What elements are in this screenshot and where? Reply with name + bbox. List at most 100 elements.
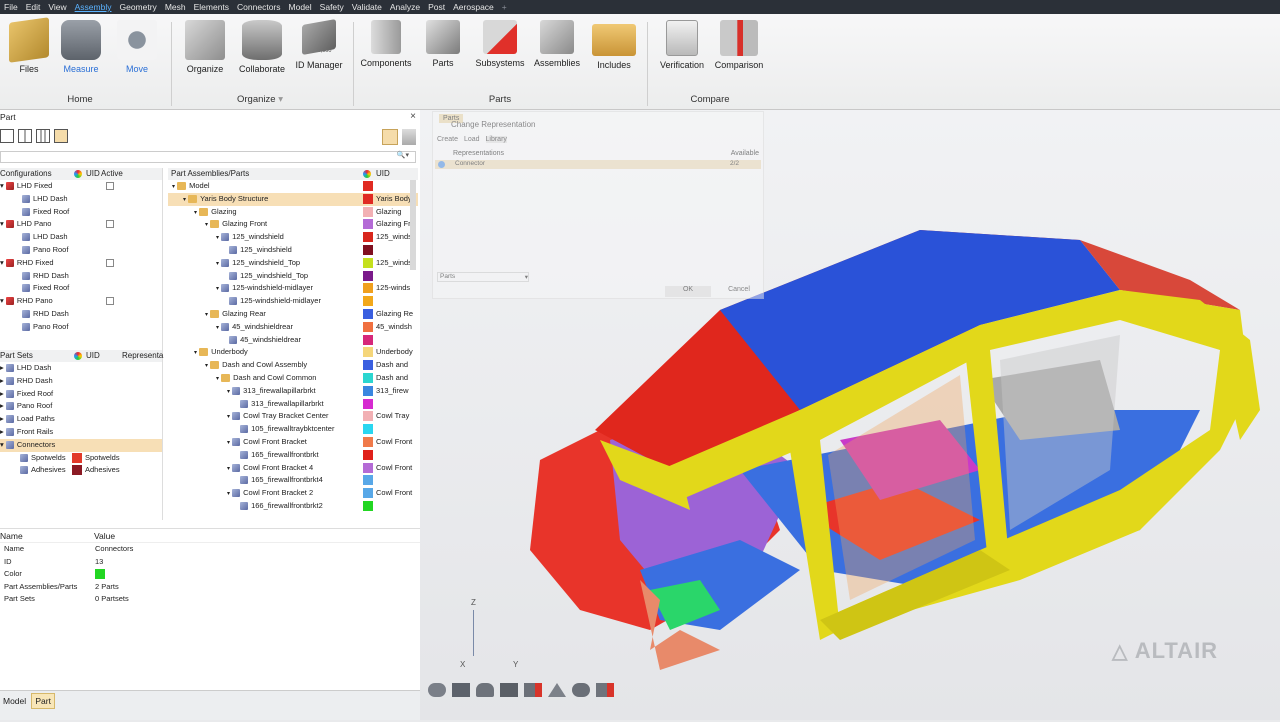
menu-file[interactable]: File (0, 0, 22, 14)
components-button[interactable]: Components (357, 14, 415, 68)
color-swatch[interactable] (363, 360, 373, 371)
tree-row[interactable]: 45_windshieldrear (168, 334, 418, 347)
menu-validate[interactable]: Validate (348, 0, 386, 14)
collapse-icon[interactable]: ▾ (216, 286, 219, 292)
expand-icon[interactable]: ▸ (0, 414, 4, 423)
tab-create[interactable]: Create (437, 136, 458, 143)
collapse-icon[interactable]: ▾ (205, 312, 208, 318)
expand-icon[interactable]: ▸ (0, 376, 4, 385)
collapse-icon[interactable]: ▾ (194, 210, 197, 216)
search-options-icon[interactable]: 🔍▾ (397, 151, 409, 159)
menu-edit[interactable]: Edit (22, 0, 45, 14)
includes-button[interactable]: Includes (585, 14, 643, 70)
menu-post[interactable]: Post (424, 0, 449, 14)
layout-quad-icon[interactable] (54, 129, 68, 143)
color-swatch[interactable] (363, 488, 373, 499)
expand-icon[interactable]: ▾ (0, 296, 4, 305)
collapse-icon[interactable]: ▾ (172, 184, 175, 190)
color-swatch[interactable] (363, 436, 373, 447)
pan-icon[interactable] (452, 683, 470, 697)
tree-row[interactable]: 165_firewallfrontbrkt (168, 449, 418, 462)
active-checkbox[interactable] (106, 258, 114, 267)
color-swatch[interactable] (363, 398, 373, 409)
collapse-icon[interactable]: ▾ (227, 466, 230, 472)
rotate-icon[interactable] (428, 683, 446, 697)
tree-row[interactable]: ▾ 45_windshieldrear 45_windsh (168, 321, 418, 334)
color-swatch[interactable] (363, 347, 373, 358)
section-icon[interactable] (524, 683, 542, 697)
color-swatch[interactable] (363, 193, 373, 204)
verification-button[interactable]: Verification (653, 14, 711, 70)
menu-mesh[interactable]: Mesh (161, 0, 190, 14)
expand-icon[interactable]: ▸ (0, 401, 4, 410)
radio-icon[interactable] (438, 161, 445, 168)
color-swatch[interactable] (363, 475, 373, 486)
color-swatch[interactable] (363, 232, 373, 243)
connector-child-row[interactable]: Adhesives Adhesives (0, 464, 162, 477)
expand-icon[interactable]: ▸ (0, 389, 4, 398)
tree-row[interactable]: ▾ Cowl Front Bracket 2 Cowl Front (168, 487, 418, 500)
tree-row[interactable]: 105_firewalltraybktcenter (168, 423, 418, 436)
config-row[interactable]: ▾ LHD Fixed (0, 180, 162, 193)
tree-row[interactable]: ▾ Dash and Cowl Assembly Dash and (168, 359, 418, 372)
tree-row[interactable]: ▾ Dash and Cowl Common Dash and (168, 372, 418, 385)
color-swatch[interactable] (363, 206, 373, 217)
tab-library[interactable]: Library (485, 136, 507, 143)
tab-load[interactable]: Load (464, 136, 480, 143)
expand-icon[interactable]: ▾ (0, 181, 4, 190)
collapse-icon[interactable]: ▾ (216, 376, 219, 382)
config-child-row[interactable]: RHD Dash (0, 308, 162, 321)
tree-row[interactable]: 125_windshield (168, 244, 418, 257)
tree-row[interactable]: ▾ Cowl Tray Bracket Center Cowl Tray (168, 410, 418, 423)
add-menu-icon[interactable]: + (498, 0, 511, 14)
view-cube-icon[interactable] (500, 683, 518, 697)
color-swatch[interactable] (363, 334, 373, 345)
color-swatch[interactable] (363, 181, 373, 191)
tree-row[interactable]: ▾ Underbody Underbody (168, 346, 418, 359)
tree-row[interactable]: ▾ 125-windshield-midlayer 125-winds (168, 282, 418, 295)
menu-model[interactable]: Model (285, 0, 316, 14)
config-child-row[interactable]: Pano Roof (0, 321, 162, 334)
search-input[interactable]: 🔍▾ (0, 151, 416, 163)
partset-row[interactable]: ▸ Load Paths (0, 413, 162, 426)
zoom-icon[interactable] (476, 683, 494, 697)
tree-row[interactable]: ▾ Model (168, 180, 418, 193)
menu-safety[interactable]: Safety (316, 0, 348, 14)
menu-aerospace[interactable]: Aerospace (449, 0, 498, 14)
expand-icon[interactable]: ▾ (0, 440, 4, 449)
expand-icon[interactable]: ▾ (0, 258, 4, 267)
partset-row[interactable]: ▸ LHD Dash (0, 362, 162, 375)
expand-icon[interactable]: ▾ (0, 219, 4, 228)
color-swatch[interactable] (363, 385, 373, 396)
assemblies-button[interactable]: Assemblies (528, 14, 586, 68)
tree-row[interactable]: ▾ Glazing Rear Glazing Re (168, 308, 418, 321)
find-icon[interactable] (572, 683, 590, 697)
collaborate-button[interactable]: Collaborate (233, 14, 291, 74)
collapse-icon[interactable]: ▾ (183, 197, 186, 203)
color-swatch[interactable] (363, 257, 373, 268)
menu-analyze[interactable]: Analyze (386, 0, 424, 14)
color-swatch[interactable] (363, 462, 373, 473)
tree-row[interactable]: ▾ Cowl Front Bracket Cowl Front (168, 436, 418, 449)
config-child-row[interactable]: LHD Dash (0, 231, 162, 244)
color-swatch[interactable] (72, 452, 82, 463)
tree-row[interactable]: 313_firewallapillarbrkt (168, 398, 418, 411)
menu-assembly[interactable]: Assembly (71, 0, 116, 14)
partset-row[interactable]: ▾ Connectors (0, 438, 162, 452)
config-row[interactable]: ▾ RHD Pano (0, 295, 162, 308)
ok-button[interactable]: OK (665, 286, 711, 297)
parts-combo[interactable]: Parts ▾ (437, 272, 529, 282)
config-child-row[interactable]: LHD Dash (0, 193, 162, 206)
menu-view[interactable]: View (44, 0, 70, 14)
collapse-icon[interactable]: ▾ (216, 235, 219, 241)
move-button[interactable]: Move (108, 14, 166, 74)
id-manager-button[interactable]: 1 - 10,000 ID Manager (290, 14, 348, 70)
tab-model[interactable]: Model (0, 694, 29, 708)
collapse-icon[interactable]: ▾ (216, 325, 219, 331)
collapse-icon[interactable]: ▾ (216, 261, 219, 267)
color-swatch[interactable] (363, 321, 373, 332)
tree-row[interactable]: 165_firewallfrontbrkt4 (168, 474, 418, 487)
tree-row[interactable]: ▾ Cowl Front Bracket 4 Cowl Front (168, 462, 418, 475)
tree-row[interactable]: ▾ Glazing Glazing (168, 206, 418, 219)
color-swatch[interactable] (363, 449, 373, 460)
